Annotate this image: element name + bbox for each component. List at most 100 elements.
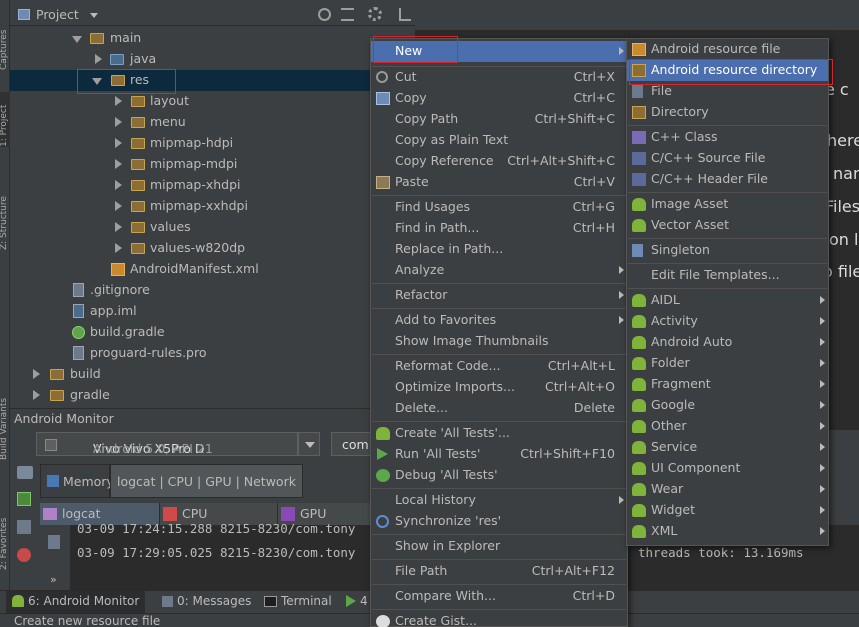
tree-node-mipmap-xxhdpi[interactable]: mipmap-xxhdpi	[10, 196, 415, 217]
menu-item-directory[interactable]: Directory	[627, 102, 828, 123]
expand-arrow-icon[interactable]	[92, 78, 102, 85]
tree-node-mipmap-xhdpi[interactable]: mipmap-xhdpi	[10, 175, 415, 196]
menu-item-activity[interactable]: Activity	[627, 311, 828, 332]
collapse-arrow-icon[interactable]	[33, 369, 40, 379]
tool-tab-project[interactable]: 1: Project	[0, 92, 10, 147]
menu-item-android-resource-file[interactable]: Android resource file	[627, 39, 828, 60]
tree-node-gitignore[interactable]: .gitignore	[10, 280, 415, 301]
menu-item-run-all-tests[interactable]: Run 'All Tests' Ctrl+Shift+F10	[371, 444, 627, 465]
menu-item-service[interactable]: Service	[627, 437, 828, 458]
tree-node-proguard[interactable]: proguard-rules.pro	[10, 343, 415, 364]
menu-item-image-asset[interactable]: Image Asset	[627, 194, 828, 215]
collapse-arrow-icon[interactable]	[115, 201, 122, 211]
collapse-arrow-icon[interactable]	[115, 180, 122, 190]
collapse-arrow-icon[interactable]	[33, 390, 40, 400]
tree-node-mipmap-mdpi[interactable]: mipmap-mdpi	[10, 154, 415, 175]
menu-item-compare-with[interactable]: Compare With... Ctrl+D	[371, 586, 627, 607]
menu-item-cpp-source-file[interactable]: C/C++ Source File	[627, 148, 828, 169]
tree-node-res[interactable]: res	[10, 70, 415, 91]
menu-item-refactor[interactable]: Refactor	[371, 285, 627, 306]
menu-item-cut[interactable]: Cut Ctrl+X	[371, 67, 627, 88]
bottom-tab-run[interactable]: 4	[346, 594, 368, 608]
menu-item-local-history[interactable]: Local History	[371, 490, 627, 511]
menu-item-reformat-code[interactable]: Reformat Code... Ctrl+Alt+L	[371, 356, 627, 377]
menu-item-create-all-tests[interactable]: Create 'All Tests'...	[371, 423, 627, 444]
menu-item-file[interactable]: File	[627, 81, 828, 102]
menu-item-analyze[interactable]: Analyze	[371, 260, 627, 281]
chevron-down-icon[interactable]	[90, 13, 98, 18]
menu-item-new[interactable]: New	[371, 41, 627, 62]
menu-item-other[interactable]: Other	[627, 416, 828, 437]
menu-item-folder[interactable]: Folder	[627, 353, 828, 374]
menu-item-show-image-thumbnails[interactable]: Show Image Thumbnails	[371, 331, 627, 352]
menu-item-widget[interactable]: Widget	[627, 500, 828, 521]
tree-node-androidmanifest[interactable]: AndroidManifest.xml	[10, 259, 415, 280]
bottom-tab-messages[interactable]: 0: Messages	[162, 594, 251, 608]
tool-tab-captures[interactable]: Captures	[0, 10, 10, 70]
tree-node-layout[interactable]: layout	[10, 91, 415, 112]
project-view-select[interactable]: Project	[36, 7, 79, 22]
menu-item-show-in-explorer[interactable]: Show in Explorer	[371, 536, 627, 557]
menu-item-wear[interactable]: Wear	[627, 479, 828, 500]
tree-node-main[interactable]: main	[10, 28, 415, 49]
bottom-tab-android-monitor[interactable]: 6: Android Monitor	[6, 591, 146, 614]
menu-item-find-usages[interactable]: Find Usages Ctrl+G	[371, 197, 627, 218]
terminate-app-icon[interactable]	[17, 548, 31, 562]
collapse-arrow-icon[interactable]	[115, 117, 122, 127]
menu-item-android-auto[interactable]: Android Auto	[627, 332, 828, 353]
hide-panel-icon[interactable]	[399, 8, 411, 21]
trash-icon[interactable]	[48, 535, 60, 549]
collapse-arrow-icon[interactable]	[115, 243, 122, 253]
tree-node-menu[interactable]: menu	[10, 112, 415, 133]
tab-memory[interactable]: Memory	[40, 464, 114, 498]
menu-item-file-path[interactable]: File Path Ctrl+Alt+F12	[371, 561, 627, 582]
menu-item-xml[interactable]: XML	[627, 521, 828, 542]
tree-node-java[interactable]: java	[10, 49, 415, 70]
tab-logcat[interactable]: logcat | CPU | GPU | Network	[110, 464, 303, 498]
tree-node-build[interactable]: build	[10, 364, 415, 385]
menu-item-optimize-imports[interactable]: Optimize Imports... Ctrl+Alt+O	[371, 377, 627, 398]
menu-item-copy-plain-text[interactable]: Copy as Plain Text	[371, 130, 627, 151]
menu-item-edit-file-templates[interactable]: Edit File Templates...	[627, 265, 828, 286]
tree-node-mipmap-hdpi[interactable]: mipmap-hdpi	[10, 133, 415, 154]
menu-item-singleton[interactable]: Singleton	[627, 240, 828, 261]
tree-node-values-w820dp[interactable]: values-w820dp	[10, 238, 415, 259]
tree-node-build-gradle[interactable]: build.gradle	[10, 322, 415, 343]
collapse-all-icon[interactable]	[341, 8, 354, 21]
tool-tab-favorites[interactable]: 2: Favorites	[0, 500, 10, 570]
menu-item-debug-all-tests[interactable]: Debug 'All Tests'	[371, 465, 627, 486]
collapse-arrow-icon[interactable]	[115, 138, 122, 148]
menu-item-vector-asset[interactable]: Vector Asset	[627, 215, 828, 236]
tree-node-gradle[interactable]: gradle	[10, 385, 415, 406]
collapse-arrow-icon[interactable]	[95, 54, 102, 64]
menu-item-replace-in-path[interactable]: Replace in Path...	[371, 239, 627, 260]
menu-item-ui-component[interactable]: UI Component	[627, 458, 828, 479]
more-icon[interactable]: »	[50, 573, 57, 586]
scroll-from-source-icon[interactable]	[318, 8, 331, 21]
menu-item-fragment[interactable]: Fragment	[627, 374, 828, 395]
collapse-arrow-icon[interactable]	[115, 96, 122, 106]
menu-item-copy[interactable]: Copy Ctrl+C	[371, 88, 627, 109]
menu-item-delete[interactable]: Delete... Delete	[371, 398, 627, 419]
menu-item-add-to-favorites[interactable]: Add to Favorites	[371, 310, 627, 331]
device-dropdown-button[interactable]	[298, 432, 320, 456]
tool-tab-structure[interactable]: Z: Structure	[0, 180, 10, 250]
gear-icon[interactable]	[368, 7, 382, 21]
collapse-arrow-icon[interactable]	[115, 222, 122, 232]
expand-arrow-icon[interactable]	[72, 36, 82, 43]
menu-item-create-gist[interactable]: Create Gist...	[371, 611, 627, 627]
menu-item-find-in-path[interactable]: Find in Path... Ctrl+H	[371, 218, 627, 239]
tree-node-app-iml[interactable]: app.iml	[10, 301, 415, 322]
tool-tab-build-variants[interactable]: Build Variants	[0, 385, 10, 460]
menu-item-copy-path[interactable]: Copy Path Ctrl+Shift+C	[371, 109, 627, 130]
menu-item-cpp-class[interactable]: C++ Class	[627, 127, 828, 148]
menu-item-copy-reference[interactable]: Copy Reference Ctrl+Alt+Shift+C	[371, 151, 627, 172]
menu-item-android-resource-directory[interactable]: Android resource directory	[627, 60, 828, 81]
collapse-arrow-icon[interactable]	[115, 159, 122, 169]
menu-item-paste[interactable]: Paste Ctrl+V	[371, 172, 627, 193]
camera-icon[interactable]	[17, 466, 33, 479]
menu-item-google[interactable]: Google	[627, 395, 828, 416]
menu-item-cpp-header-file[interactable]: C/C++ Header File	[627, 169, 828, 190]
bottom-tab-terminal[interactable]: Terminal	[264, 594, 332, 608]
menu-item-synchronize[interactable]: Synchronize 'res'	[371, 511, 627, 532]
